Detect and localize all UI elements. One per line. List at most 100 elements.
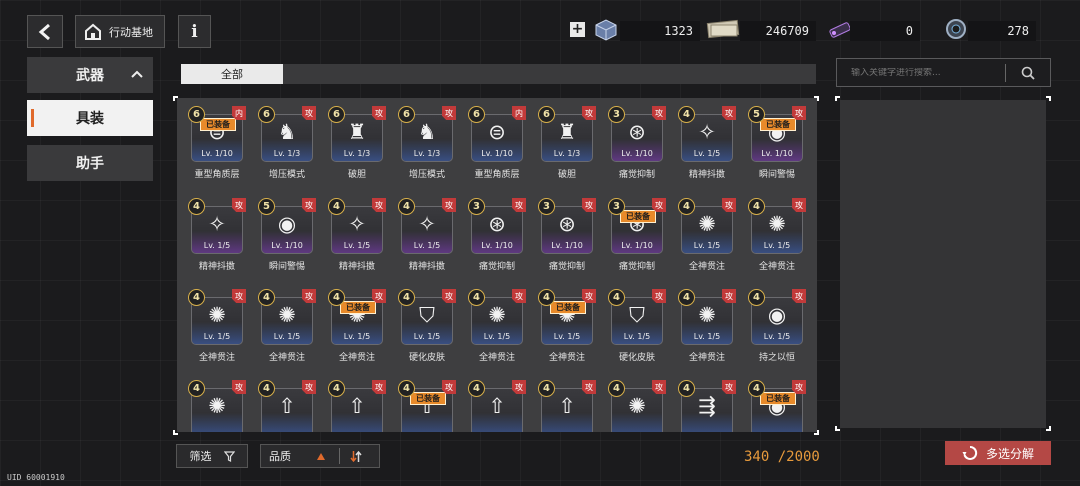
type-tag: 攻 [372, 106, 386, 120]
sidebar-item-label: 具装 [76, 111, 104, 127]
inventory-card[interactable]: ♜ Lv. 1/3 6 攻破胆 [538, 106, 596, 186]
rarity-badge: 4 [748, 380, 765, 397]
item-level: Lv. 1/5 [273, 332, 301, 341]
inventory-card[interactable]: ◉ 已装备 4 攻 [748, 380, 806, 432]
inventory-card[interactable]: ✺ Lv. 1/5 4 攻全神贯注 [188, 289, 246, 369]
search-button[interactable] [1006, 59, 1050, 86]
inventory-card[interactable]: ✺ Lv. 1/5 已装备 4 攻全神贯注 [328, 289, 386, 369]
inventory-card[interactable]: ♜ Lv. 1/3 6 攻破胆 [328, 106, 386, 186]
inventory-card[interactable]: ⇶ 4 攻 [678, 380, 736, 432]
sidebar-item-assistant[interactable]: 助手 [27, 145, 153, 181]
rocket-icon: ⇧ [488, 394, 506, 418]
item-level: Lv. 1/10 [481, 149, 513, 158]
sort-order-icon[interactable] [350, 450, 362, 463]
item-level: Lv. 1/5 [343, 332, 371, 341]
inventory-card[interactable]: ⇧ 4 攻 [328, 380, 386, 432]
search-input[interactable] [837, 67, 1006, 78]
item-name: 瞬间警惕 [758, 170, 795, 180]
item-level: Lv. 1/10 [621, 241, 653, 250]
rarity-badge: 4 [678, 106, 695, 123]
inventory-card[interactable]: ⊛ Lv. 1/10 3 攻痛觉抑制 [468, 198, 526, 278]
recycle-icon [962, 445, 978, 460]
arrow-shield-icon: ⛉ [419, 303, 435, 327]
inventory-card[interactable]: ✧ Lv. 1/5 4 攻精神抖擞 [328, 198, 386, 278]
add-currency-button[interactable]: + [570, 22, 585, 37]
search-bar [836, 58, 1051, 87]
inventory-card[interactable]: ⇧ 4 攻 [538, 380, 596, 432]
item-level: Lv. 1/5 [693, 241, 721, 250]
rarity-badge: 4 [468, 289, 485, 306]
inventory-card[interactable]: ✧ Lv. 1/5 4 攻精神抖擞 [188, 198, 246, 278]
sidebar-item-weapons[interactable]: 武器 [27, 57, 153, 93]
inventory-card[interactable]: ✺ Lv. 1/5 4 攻全神贯注 [258, 289, 316, 369]
inventory-card[interactable]: ✺ Lv. 1/5 4 攻全神贯注 [748, 198, 806, 278]
quality-sort-button[interactable]: 品质 [260, 444, 380, 468]
inventory-card[interactable]: ⛉ Lv. 1/5 4 攻硬化皮肤 [398, 289, 456, 369]
type-tag: 攻 [302, 289, 316, 303]
supply-crate-icon [592, 16, 620, 42]
type-tag: 攻 [442, 198, 456, 212]
inventory-card[interactable]: ♞ Lv. 1/3 6 攻增压模式 [258, 106, 316, 186]
inventory-card[interactable]: ⛉ Lv. 1/5 4 攻硬化皮肤 [608, 289, 666, 369]
type-tag: 攻 [442, 106, 456, 120]
multi-dismantle-button[interactable]: 多选分解 [945, 441, 1051, 465]
item-level: Lv. 1/3 [273, 149, 301, 158]
item-level: Lv. 1/3 [343, 149, 371, 158]
inventory-card[interactable]: ⇧ 4 攻 [258, 380, 316, 432]
tab-all[interactable]: 全部 [181, 64, 283, 84]
type-tag: 攻 [302, 106, 316, 120]
inventory-card[interactable]: ✧ Lv. 1/5 4 攻精神抖擞 [678, 106, 736, 186]
equipped-badge: 已装备 [550, 301, 586, 314]
rarity-badge: 4 [678, 198, 695, 215]
filter-button[interactable]: 筛选 [176, 444, 248, 468]
item-level: Lv. 1/5 [203, 241, 231, 250]
beast-mask-icon: ♜ [557, 120, 577, 144]
sidebar-item-gear[interactable]: 具装 [27, 100, 153, 136]
equipped-badge: 已装备 [340, 301, 376, 314]
inventory-card[interactable]: ⇧ 4 攻 [468, 380, 526, 432]
item-level: Lv. 1/10 [621, 149, 653, 158]
arrow-left-icon [38, 23, 50, 40]
inventory-card[interactable]: ✺ 4 攻 [608, 380, 666, 432]
rarity-badge: 4 [748, 289, 765, 306]
home-icon [85, 23, 101, 40]
inventory-card[interactable]: ◉ Lv. 1/5 4 攻持之以恒 [748, 289, 806, 369]
inventory-card[interactable]: ♞ Lv. 1/3 6 攻增压模式 [398, 106, 456, 186]
inventory-card[interactable]: ⊛ Lv. 1/10 已装备 3 攻痛觉抑制 [608, 198, 666, 278]
rarity-badge: 4 [398, 380, 415, 397]
info-button[interactable]: i [178, 15, 211, 48]
back-button[interactable] [27, 15, 63, 48]
base-button[interactable]: 行动基地 [75, 15, 165, 48]
inventory-card[interactable]: ✺ Lv. 1/5 4 攻全神贯注 [678, 289, 736, 369]
rarity-badge: 5 [748, 106, 765, 123]
rarity-badge: 6 [468, 106, 485, 123]
sidebar-item-label: 武器 [76, 68, 104, 84]
rarity-badge: 4 [328, 289, 345, 306]
inventory-card[interactable]: ✺ Lv. 1/5 4 攻全神贯注 [468, 289, 526, 369]
rarity-badge: 4 [328, 380, 345, 397]
rocket-icon: ⇧ [278, 394, 296, 418]
inventory-card[interactable]: ⊛ Lv. 1/10 3 攻痛觉抑制 [608, 106, 666, 186]
inventory-card[interactable]: ✺ Lv. 1/5 4 攻全神贯注 [678, 198, 736, 278]
rarity-badge: 4 [538, 380, 555, 397]
funnel-icon [223, 450, 235, 462]
inventory-card[interactable]: ⊜ Lv. 1/10 已装备 6 内重型角质层 [188, 106, 246, 186]
inventory-card[interactable]: ◉ Lv. 1/10 5 攻瞬间警惕 [258, 198, 316, 278]
spark-icon: ✧ [208, 212, 226, 236]
rarity-badge: 4 [258, 289, 275, 306]
rarity-badge: 4 [398, 289, 415, 306]
rarity-badge: 6 [188, 106, 205, 123]
rarity-badge: 6 [398, 106, 415, 123]
spider-icon: ✺ [628, 394, 646, 418]
inventory-card[interactable]: ◉ Lv. 1/10 已装备 5 攻瞬间警惕 [748, 106, 806, 186]
inventory-card[interactable]: ✧ Lv. 1/5 4 攻精神抖擞 [398, 198, 456, 278]
inventory-card[interactable]: ✺ Lv. 1/5 已装备 4 攻全神贯注 [538, 289, 596, 369]
dismantle-label: 多选分解 [985, 446, 1034, 461]
panel-corner [1046, 96, 1051, 101]
sidebar-item-label: 助手 [76, 156, 104, 172]
type-tag: 攻 [232, 380, 246, 394]
inventory-card[interactable]: ⇧ 已装备 4 攻 [398, 380, 456, 432]
inventory-card[interactable]: ⊜ Lv. 1/10 6 内重型角质层 [468, 106, 526, 186]
inventory-card[interactable]: ⊛ Lv. 1/10 3 攻痛觉抑制 [538, 198, 596, 278]
inventory-card[interactable]: ✺ 4 攻 [188, 380, 246, 432]
